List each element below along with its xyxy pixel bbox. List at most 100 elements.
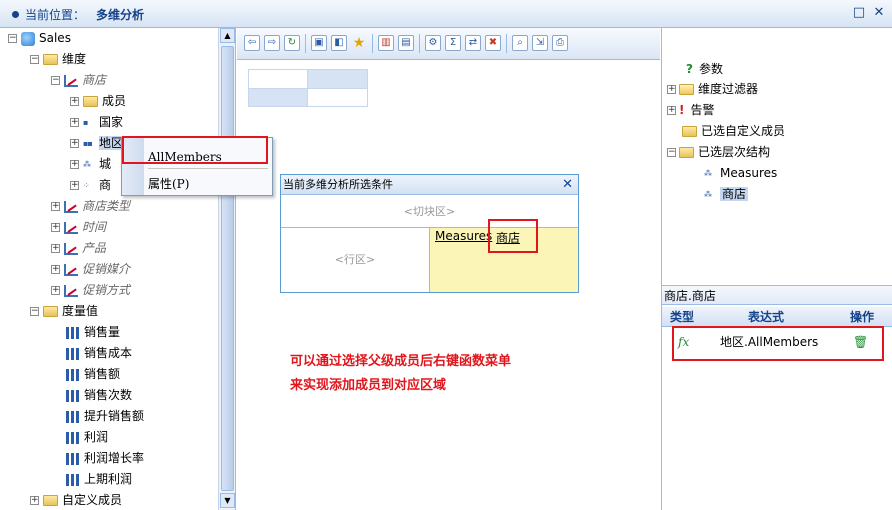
export-icon[interactable]: ⇲ [532,35,548,51]
search-icon[interactable]: ⌕ [512,35,528,51]
bar-chart-icon [66,431,80,444]
close-icon[interactable]: ✕ [872,6,886,20]
title-bar: 当前位置： 多维分析 □ ✕ [0,0,892,28]
highlight-box [488,219,538,253]
expand-icon[interactable]: + [667,85,676,94]
tree-node-dimensions[interactable]: − 维度 [30,49,86,69]
bar-chart-icon [66,368,80,381]
collapse-icon[interactable]: − [30,307,39,316]
tree-node-store-dim[interactable]: − 商店 [51,70,106,90]
folder-icon [83,96,98,107]
tree-node-root[interactable]: − Sales [8,28,71,48]
expand-icon[interactable]: + [70,181,79,190]
toolbar-separator [372,34,373,53]
level-icon: ▪ [83,117,88,127]
tree-node-dim-filter[interactable]: + 维度过滤器 [667,79,758,99]
collapse-icon[interactable]: − [30,55,39,64]
bar-chart-icon [66,410,80,423]
tree-node-measure[interactable]: 销售成本 [66,343,132,363]
expand-icon[interactable]: + [51,286,60,295]
tree-node-alert[interactable]: +! 告警 [667,100,715,120]
dimension-icon [64,74,78,87]
expand-icon[interactable]: + [70,160,79,169]
close-icon[interactable]: ✕ [562,177,573,193]
chart-icon[interactable]: ▥ [378,35,394,51]
save-as-icon[interactable]: ◧ [331,35,347,51]
location-value: 多维分析 [96,8,145,22]
forward-icon[interactable]: ⇨ [264,35,280,51]
bar-chart-icon [66,389,80,402]
save-icon[interactable]: ▣ [311,35,327,51]
tree-node-selected-custom[interactable]: 已选自定义成员 [682,121,785,141]
expression-panel-title: 商店.商店 [662,285,892,305]
tree-node-measure[interactable]: 销售额 [66,364,120,384]
expand-icon[interactable]: + [667,106,676,115]
expand-icon[interactable]: + [70,118,79,127]
clear-icon[interactable]: ✖ [485,35,501,51]
tree-node-time[interactable]: + 时间 [51,217,106,237]
sum-icon[interactable]: Σ [445,35,461,51]
level-icon: ▪▪ [83,138,93,148]
question-icon: ? [686,62,693,76]
tree-node-promo-media[interactable]: + 促销媒介 [51,259,130,279]
print-icon[interactable]: ⎙ [552,35,568,51]
scroll-up-icon[interactable]: ▲ [220,28,235,43]
collapse-icon[interactable]: − [51,76,60,85]
tree-node-selected-hier[interactable]: − 已选层次结构 [667,142,770,162]
tree-node-measure[interactable]: 利润增长率 [66,448,144,468]
folder-icon [43,495,58,506]
tree-node-store-type[interactable]: + 商店类型 [51,196,130,216]
collapse-icon[interactable]: − [667,148,676,157]
swap-icon[interactable]: ⇄ [465,35,481,51]
tree-node-hier-measures[interactable]: ⁂ Measures [704,163,777,183]
tree-node-country[interactable]: + ▪ 国家 [70,112,123,132]
menu-divider [148,168,268,169]
expand-icon[interactable]: + [51,202,60,211]
menu-item-properties[interactable]: 属性(P) [148,174,189,194]
tree-node-measure[interactable]: 销售量 [66,322,120,342]
tree-scrollbar[interactable]: ▲ ▼ [218,28,235,510]
settings-icon[interactable]: ⚙ [425,35,441,51]
tree-node-custom-members[interactable]: + 自定义成员 [30,490,122,510]
row-area[interactable]: <行区> [281,228,430,292]
back-icon[interactable]: ⇦ [244,35,260,51]
col-expression: 表达式 [748,310,785,324]
refresh-icon[interactable]: ↻ [284,35,300,51]
tree-node-promo-method[interactable]: + 促销方式 [51,280,130,300]
dimension-icon [64,242,78,255]
alert-icon: ! [679,103,685,117]
cube-tree-panel: − Sales − 维度 − 商店 + 成员 + ▪ 国家 + ▪▪ 地区 + ⁂ 城 + ⁘ 商 + 商… [0,28,236,510]
column-item-measures[interactable]: Measures [435,229,492,243]
collapse-icon[interactable]: − [8,34,17,43]
tree-node-measure[interactable]: 销售次数 [66,385,132,405]
tree-node-store[interactable]: + ⁘ 商 [70,175,111,195]
tree-node-hier-store[interactable]: ⁂ 商店 [704,184,749,204]
tree-node-measure[interactable]: 利润 [66,427,108,447]
result-grid-preview [248,69,368,107]
tree-node-city[interactable]: + ⁂ 城 [70,154,111,174]
tree-node-measure[interactable]: 上期利润 [66,469,132,489]
expand-icon[interactable]: + [51,265,60,274]
tree-node-measure[interactable]: 提升销售额 [66,406,144,426]
tree-node-product[interactable]: + 产品 [51,238,106,258]
expand-icon[interactable]: + [70,139,79,148]
tree-node-region[interactable]: + ▪▪ 地区 [70,133,124,153]
annotation-note-line2: 来实现添加成员到对应区域 [290,378,447,393]
filter-icon [679,84,694,95]
expand-icon[interactable]: + [51,223,60,232]
favorite-icon[interactable]: ★ [351,35,367,51]
scroll-down-icon[interactable]: ▼ [220,493,235,508]
expand-icon[interactable]: + [70,97,79,106]
toolbar-separator [506,34,507,53]
expand-icon[interactable]: + [30,496,39,505]
hierarchy-icon: ⁂ [704,189,712,199]
scroll-thumb[interactable] [221,46,234,491]
tree-node-members[interactable]: + 成员 [70,91,126,111]
tree-node-params[interactable]: ? 参数 [686,59,723,79]
bullet-icon [12,11,19,18]
dimension-icon [64,221,78,234]
expand-icon[interactable]: + [51,244,60,253]
tree-node-measures[interactable]: − 度量值 [30,301,98,321]
table-icon[interactable]: ▤ [398,35,414,51]
maximize-icon[interactable]: □ [852,6,866,20]
